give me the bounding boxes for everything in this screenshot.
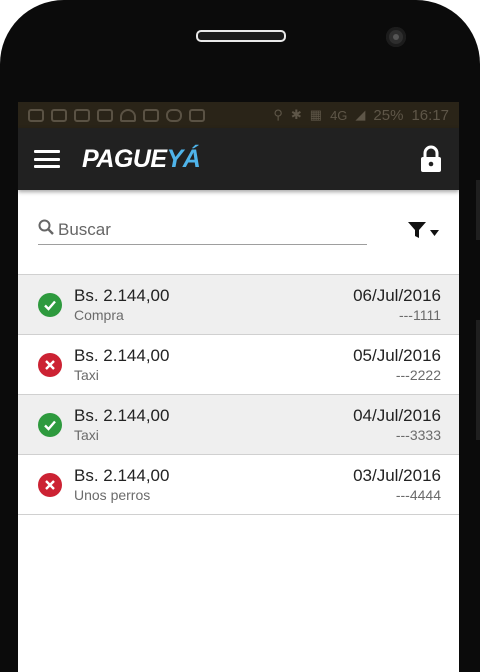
- twitter-icon: [166, 108, 182, 122]
- search-input[interactable]: [54, 219, 367, 240]
- side-button-lower: [476, 320, 480, 440]
- menu-icon[interactable]: [34, 150, 60, 168]
- check-circle-icon: [38, 412, 62, 437]
- transaction-info: Bs. 2.144,00 Taxi: [74, 406, 353, 444]
- speaker-grille: [196, 30, 286, 42]
- clock-time: 16:17: [411, 106, 449, 124]
- filter-icon: [407, 220, 427, 245]
- video-icon: [143, 108, 159, 122]
- search-icon: [38, 219, 54, 240]
- lock-icon[interactable]: [419, 145, 443, 173]
- phone-frame: ⚲ ✱ ▦ 4G ◢ 25% 16:17 PAGUEYÁ Buscar Bs. …: [0, 0, 480, 672]
- location-icon: ⚲: [273, 107, 283, 122]
- notification-icons: [28, 108, 273, 122]
- transaction-meta: 04/Jul/2016 ---3333: [353, 406, 441, 444]
- transaction-date: 05/Jul/2016: [353, 345, 441, 365]
- transaction-row[interactable]: Bs. 2.144,00 Compra 06/Jul/2016 ---1111: [18, 275, 459, 335]
- status-right: ⚲ ✱ ▦ 4G ◢ 25% 16:17: [273, 107, 449, 124]
- transaction-amount: Bs. 2.144,00: [74, 285, 170, 305]
- transaction-description: Unos perros: [74, 486, 151, 503]
- wifi-icon: [120, 108, 136, 122]
- logo-part-2: YÁ: [166, 144, 201, 173]
- side-button-upper: [476, 180, 480, 240]
- transaction-meta: 05/Jul/2016 ---2222: [353, 346, 441, 384]
- x-circle-icon: [38, 352, 62, 377]
- transaction-description: Taxi: [74, 426, 99, 443]
- transaction-card: ---3333: [395, 426, 441, 443]
- image-icon: [97, 108, 113, 122]
- search-row: [18, 190, 459, 274]
- transaction-card: ---1111: [398, 306, 441, 323]
- transaction-date: 03/Jul/2016: [353, 465, 441, 485]
- status-bar: ⚲ ✱ ▦ 4G ◢ 25% 16:17: [18, 102, 459, 128]
- download-icon: [189, 108, 205, 122]
- transaction-row[interactable]: Bs. 2.144,00 Taxi 05/Jul/2016 ---2222: [18, 335, 459, 395]
- vibrate-icon: ▦: [309, 107, 323, 122]
- search-field: [38, 219, 367, 245]
- transaction-info: Bs. 2.144,00 Compra: [74, 286, 353, 324]
- transaction-card: ---2222: [395, 366, 441, 383]
- transaction-row[interactable]: Bs. 2.144,00 Unos perros 03/Jul/2016 ---…: [18, 455, 459, 515]
- app-logo: PAGUEYÁ: [82, 144, 201, 174]
- email-icon: [51, 108, 67, 122]
- chevron-down-icon: [430, 223, 439, 241]
- transaction-card: ---4444: [395, 486, 441, 503]
- transaction-meta: 06/Jul/2016 ---1111: [353, 286, 441, 324]
- transaction-description: Compra: [74, 306, 124, 323]
- logo-part-1: PAGUE: [82, 144, 167, 173]
- transaction-info: Bs. 2.144,00 Unos perros: [74, 466, 353, 504]
- app-bar: PAGUEYÁ: [18, 128, 459, 190]
- transaction-amount: Bs. 2.144,00: [74, 405, 170, 425]
- image-icon: [74, 108, 90, 122]
- front-camera: [386, 27, 406, 47]
- transaction-meta: 03/Jul/2016 ---4444: [353, 466, 441, 504]
- x-circle-icon: [38, 472, 62, 497]
- signal-icon: ◢: [355, 107, 366, 122]
- transaction-amount: Bs. 2.144,00: [74, 345, 170, 365]
- battery-level: 25%: [373, 106, 404, 124]
- transaction-amount: Bs. 2.144,00: [74, 465, 170, 485]
- transaction-list: Bs. 2.144,00 Compra 06/Jul/2016 ---1111 …: [18, 274, 459, 515]
- transaction-date: 06/Jul/2016: [353, 285, 441, 305]
- transaction-description: Taxi: [74, 366, 99, 383]
- transaction-row[interactable]: Bs. 2.144,00 Taxi 04/Jul/2016 ---3333: [18, 395, 459, 455]
- network-type: 4G: [330, 107, 348, 123]
- transaction-date: 04/Jul/2016: [353, 405, 441, 425]
- notification-icon: [28, 108, 44, 122]
- bluetooth-icon: ✱: [290, 107, 302, 122]
- transaction-info: Bs. 2.144,00 Taxi: [74, 346, 353, 384]
- filter-button[interactable]: [407, 220, 439, 245]
- check-circle-icon: [38, 292, 62, 317]
- screen: ⚲ ✱ ▦ 4G ◢ 25% 16:17 PAGUEYÁ Buscar Bs. …: [18, 102, 459, 672]
